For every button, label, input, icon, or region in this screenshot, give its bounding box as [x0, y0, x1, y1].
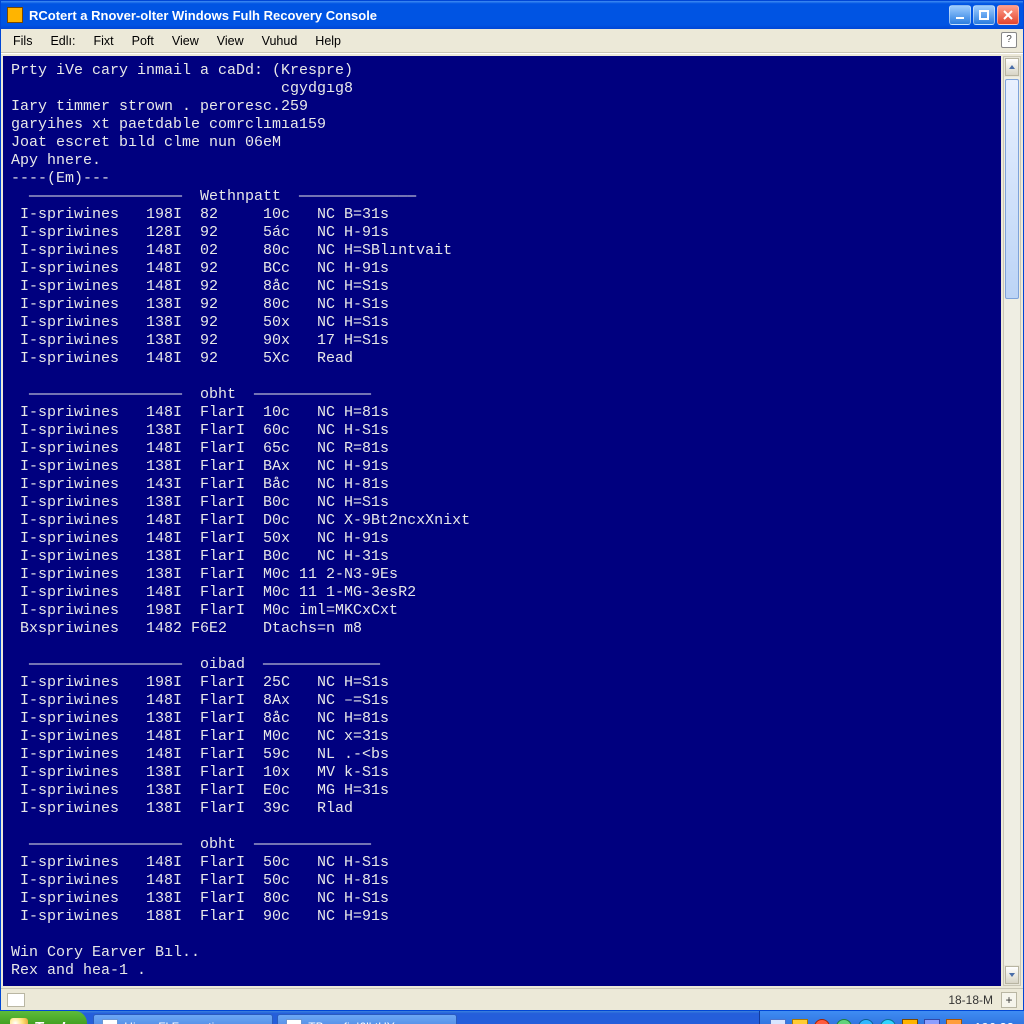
tray-icon[interactable] [814, 1019, 830, 1024]
menu-poft[interactable]: Poft [124, 32, 162, 50]
context-help-icon[interactable]: ? [1001, 32, 1017, 48]
window-buttons [949, 5, 1019, 25]
menubar: Fils Edlı: Fixt Poft View View Vuhud Hel… [1, 29, 1023, 53]
status-plus-button[interactable]: + [1001, 992, 1017, 1008]
minimize-button[interactable] [949, 5, 971, 25]
tray-icon[interactable] [858, 1019, 874, 1024]
scroll-down-button[interactable] [1005, 966, 1019, 984]
minimize-icon [955, 10, 965, 20]
tray-icon[interactable] [792, 1019, 808, 1024]
start-button[interactable]: TopIı [0, 1011, 87, 1024]
console-output[interactable]: Prty iVe cary inmail a caDd: (Krespre) c… [3, 56, 1001, 986]
task-icon [286, 1019, 302, 1024]
status-left-indicator [7, 993, 25, 1007]
vertical-scrollbar[interactable] [1003, 56, 1021, 986]
taskbar-clock[interactable]: 196.33 [974, 1020, 1014, 1024]
menu-fils[interactable]: Fils [5, 32, 40, 50]
scroll-thumb[interactable] [1005, 79, 1019, 299]
tray-icon[interactable] [946, 1019, 962, 1024]
tray-icon[interactable] [902, 1019, 918, 1024]
taskbar: TopIı Hisge Fl Frocection TBeogfie|6lktH… [0, 1011, 1024, 1024]
menu-view1[interactable]: View [164, 32, 207, 50]
menu-vuhud[interactable]: Vuhud [254, 32, 306, 50]
tray-icon[interactable] [770, 1019, 786, 1024]
system-tray[interactable]: 196.33 [759, 1011, 1024, 1024]
task-label: Hisge Fl Frocection [124, 1020, 227, 1024]
task-icon [102, 1019, 118, 1024]
start-orb-icon [10, 1018, 28, 1024]
menu-help[interactable]: Help [307, 32, 349, 50]
scroll-track[interactable] [1004, 77, 1020, 965]
taskbar-buttons: Hisge Fl Frocection TBeogfie|6lktHY [87, 1011, 759, 1024]
window-title: RCotert a Rnover-olter Windows Fulh Reco… [29, 8, 943, 23]
task-button-2[interactable]: TBeogfie|6lktHY [277, 1014, 457, 1024]
scroll-up-button[interactable] [1005, 58, 1019, 76]
close-icon [1003, 10, 1013, 20]
menu-edli[interactable]: Edlı: [42, 32, 83, 50]
application-window: RCotert a Rnover-olter Windows Fulh Reco… [0, 0, 1024, 1011]
menu-view2[interactable]: View [209, 32, 252, 50]
tray-icon[interactable] [924, 1019, 940, 1024]
chevron-down-icon [1008, 971, 1016, 979]
task-label: TBeogfie|6lktHY [308, 1020, 395, 1024]
task-button-1[interactable]: Hisge Fl Frocection [93, 1014, 273, 1024]
client-area: Prty iVe cary inmail a caDd: (Krespre) c… [1, 53, 1023, 988]
maximize-icon [979, 10, 989, 20]
titlebar[interactable]: RCotert a Rnover-olter Windows Fulh Reco… [1, 1, 1023, 29]
menu-fixt[interactable]: Fixt [85, 32, 121, 50]
tray-icon[interactable] [836, 1019, 852, 1024]
app-icon [7, 7, 23, 23]
chevron-up-icon [1008, 63, 1016, 71]
maximize-button[interactable] [973, 5, 995, 25]
status-right-text: 18-18-M [948, 993, 993, 1007]
statusbar: 18-18-M + [1, 988, 1023, 1010]
close-button[interactable] [997, 5, 1019, 25]
tray-icon[interactable] [880, 1019, 896, 1024]
start-label: TopIı [34, 1019, 69, 1024]
